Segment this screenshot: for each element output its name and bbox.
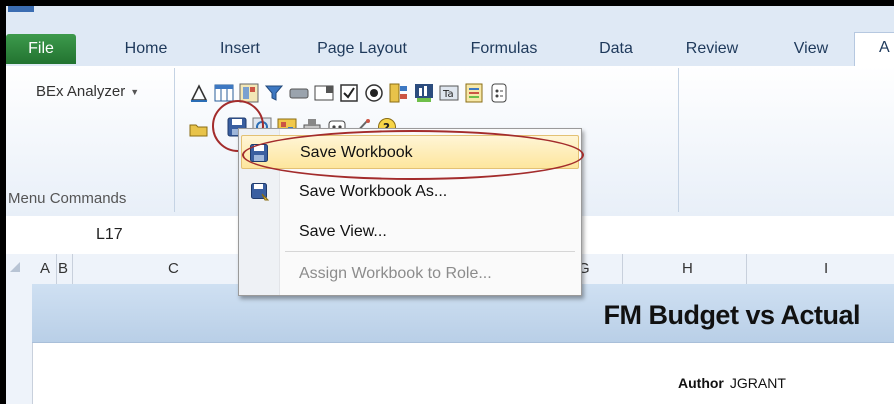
- group-divider: [174, 68, 175, 212]
- ribbon-tabs: File Home Insert Page Layout Formulas Da…: [6, 20, 894, 67]
- group-divider: [678, 68, 679, 212]
- tab-home[interactable]: Home: [106, 34, 186, 64]
- column-header-i[interactable]: I: [824, 260, 828, 277]
- bex-analyzer-menu[interactable]: BEx Analyzer ▼: [36, 83, 139, 100]
- menu-item-save-workbook-as[interactable]: Save Workbook As...: [239, 175, 581, 209]
- author-label: Author: [678, 375, 724, 391]
- report-title: FM Budget vs Actual: [603, 300, 860, 330]
- column-divider: [746, 254, 747, 284]
- tab-data[interactable]: Data: [580, 34, 652, 64]
- tab-view[interactable]: View: [776, 34, 846, 64]
- quick-access-toolbar: [6, 6, 894, 20]
- list-icon[interactable]: [389, 83, 409, 103]
- column-header-a[interactable]: A: [40, 260, 50, 277]
- author-line: Author JGRANT: [678, 375, 786, 391]
- dropdown-arrow-icon: ▼: [130, 87, 140, 98]
- tab-analysis[interactable]: A: [854, 32, 894, 66]
- column-header-c[interactable]: C: [168, 260, 179, 277]
- checkbox-icon[interactable]: [339, 83, 359, 103]
- menu-item-label: Assign Workbook to Role...: [299, 265, 492, 282]
- column-divider: [56, 254, 57, 284]
- save-workbook-highlight-ring: [242, 130, 584, 180]
- column-divider: [72, 254, 73, 284]
- dropdown-box-icon[interactable]: [314, 83, 334, 103]
- tab-file[interactable]: File: [6, 34, 76, 64]
- filter-icon[interactable]: [264, 83, 284, 103]
- column-header-b[interactable]: B: [58, 260, 68, 277]
- menu-item-assign-workbook-to-role: Assign Workbook to Role...: [239, 257, 581, 291]
- row-headers: [6, 284, 33, 404]
- name-box[interactable]: L17: [96, 226, 123, 244]
- menu-separator: [285, 251, 575, 252]
- menu-item-save-view[interactable]: Save View...: [239, 215, 581, 249]
- qat-icons[interactable]: [8, 6, 34, 12]
- excel-window: File Home Insert Page Layout Formulas Da…: [6, 6, 894, 404]
- chart-icon[interactable]: [414, 83, 434, 103]
- workbook-settings-icon[interactable]: [489, 83, 509, 103]
- svg-text:Ta: Ta: [442, 89, 454, 100]
- menu-item-label: Save Workbook As...: [299, 183, 448, 200]
- tab-review[interactable]: Review: [670, 34, 754, 64]
- radio-button-icon[interactable]: [364, 83, 384, 103]
- group-label: Menu Commands: [8, 190, 127, 207]
- column-divider: [622, 254, 623, 284]
- tab-page-layout[interactable]: Page Layout: [302, 34, 422, 64]
- bex-analyzer-label: BEx Analyzer: [36, 83, 126, 100]
- axis-icon[interactable]: [189, 83, 209, 103]
- tab-formulas[interactable]: Formulas: [454, 34, 554, 64]
- select-all-corner[interactable]: [10, 262, 20, 272]
- messages-icon[interactable]: [464, 83, 484, 103]
- tab-insert[interactable]: Insert: [200, 34, 280, 64]
- author-value: JGRANT: [729, 375, 786, 391]
- button-icon[interactable]: [289, 83, 309, 103]
- open-folder-icon[interactable]: [189, 119, 209, 139]
- column-header-h[interactable]: H: [682, 260, 693, 277]
- menu-item-label: Save View...: [299, 223, 387, 240]
- save-as-icon: [251, 183, 270, 201]
- text-element-icon[interactable]: Ta: [439, 83, 459, 103]
